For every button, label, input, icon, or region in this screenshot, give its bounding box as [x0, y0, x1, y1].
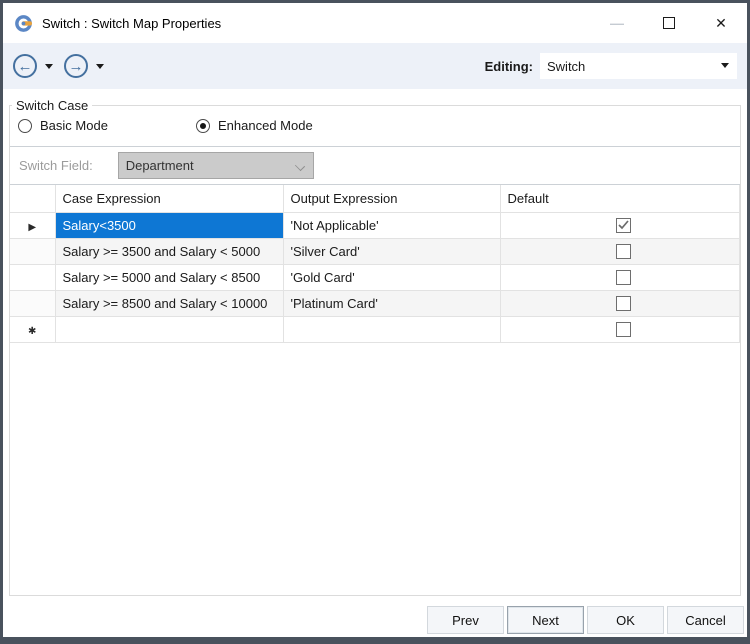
default-checkbox[interactable]: [616, 322, 631, 337]
default-checkbox[interactable]: [616, 296, 631, 311]
back-dropdown-caret-icon[interactable]: [45, 64, 53, 69]
chevron-down-icon: [295, 161, 305, 171]
prev-button[interactable]: Prev: [427, 606, 504, 634]
cell-default: [500, 212, 740, 238]
window-controls: — ✕: [591, 3, 747, 43]
grid-header-row: Case Expression Output Expression Defaul…: [10, 185, 740, 212]
cell-output-expression[interactable]: 'Silver Card': [283, 238, 500, 264]
cell-output-expression[interactable]: 'Not Applicable': [283, 212, 500, 238]
window-title: Switch : Switch Map Properties: [42, 16, 221, 31]
chevron-down-icon: [721, 63, 729, 68]
maximize-icon: [663, 17, 675, 29]
table-row: Salary >= 3500 and Salary < 5000 'Silver…: [10, 238, 740, 264]
forward-dropdown-caret-icon[interactable]: [96, 64, 104, 69]
switch-field-combobox: Department: [118, 152, 314, 179]
title-bar: Switch : Switch Map Properties — ✕: [3, 3, 747, 43]
table-row: ▶ Salary<3500 'Not Applicable': [10, 212, 740, 238]
radio-enhanced-mode-label: Enhanced Mode: [218, 118, 313, 133]
switch-case-groupbox: Switch Case Basic Mode Enhanced Mode Swi…: [9, 98, 741, 596]
column-header-case-expression[interactable]: Case Expression: [55, 185, 283, 212]
forward-arrow-icon: →: [69, 59, 84, 74]
new-row-asterisk-icon: ✱: [28, 326, 36, 337]
default-checkbox[interactable]: [616, 270, 631, 285]
cell-default: [500, 316, 740, 342]
cell-case-expression[interactable]: Salary<3500: [55, 212, 283, 238]
table-row: Salary >= 5000 and Salary < 8500 'Gold C…: [10, 264, 740, 290]
app-icon: [14, 14, 33, 33]
close-button[interactable]: ✕: [695, 3, 747, 43]
cell-case-expression[interactable]: Salary >= 8500 and Salary < 10000: [55, 290, 283, 316]
radio-enhanced-mode[interactable]: Enhanced Mode: [196, 118, 313, 133]
cell-output-expression[interactable]: 'Gold Card': [283, 264, 500, 290]
cell-output-expression[interactable]: 'Platinum Card': [283, 290, 500, 316]
default-checkbox[interactable]: [616, 218, 631, 233]
row-selector[interactable]: [10, 264, 55, 290]
row-selector[interactable]: ▶: [10, 212, 55, 238]
editing-label: Editing:: [485, 59, 533, 74]
ok-button[interactable]: OK: [587, 606, 664, 634]
cell-output-expression[interactable]: [283, 316, 500, 342]
row-selector[interactable]: [10, 238, 55, 264]
table-row: ✱: [10, 316, 740, 342]
row-selector[interactable]: [10, 290, 55, 316]
radio-basic-mode[interactable]: Basic Mode: [18, 118, 196, 133]
footer-button-bar: Prev Next OK Cancel: [3, 597, 747, 637]
cell-case-expression[interactable]: Salary >= 3500 and Salary < 5000: [55, 238, 283, 264]
default-checkbox[interactable]: [616, 244, 631, 259]
next-button[interactable]: Next: [507, 606, 584, 634]
cell-case-expression[interactable]: [55, 316, 283, 342]
minimize-button[interactable]: —: [591, 3, 643, 43]
maximize-button[interactable]: [643, 3, 695, 43]
back-arrow-icon: ←: [18, 59, 33, 74]
new-row-selector[interactable]: ✱: [10, 316, 55, 342]
back-button[interactable]: ←: [13, 54, 37, 78]
forward-button[interactable]: →: [64, 54, 88, 78]
case-grid: Case Expression Output Expression Defaul…: [10, 185, 740, 343]
table-row: Salary >= 8500 and Salary < 10000 'Plati…: [10, 290, 740, 316]
current-row-arrow-icon: ▶: [28, 222, 36, 233]
radio-basic-mode-label: Basic Mode: [40, 118, 108, 133]
switch-case-group-label: Switch Case: [12, 98, 92, 113]
editing-combobox-value: Switch: [547, 59, 585, 74]
radio-icon: [18, 119, 32, 133]
column-header-default[interactable]: Default: [500, 185, 740, 212]
cancel-button[interactable]: Cancel: [667, 606, 744, 634]
radio-icon: [196, 119, 210, 133]
switch-field-label: Switch Field:: [19, 158, 93, 173]
editing-combobox[interactable]: Switch: [540, 53, 737, 79]
mode-radio-row: Basic Mode Enhanced Mode: [10, 113, 740, 146]
cell-default: [500, 290, 740, 316]
grid-corner-header: [10, 185, 55, 212]
column-header-output-expression[interactable]: Output Expression: [283, 185, 500, 212]
switch-field-panel: Switch Field: Department: [10, 146, 740, 185]
cell-default: [500, 264, 740, 290]
toolbar: ← → Editing: Switch: [3, 43, 747, 89]
cell-case-expression[interactable]: Salary >= 5000 and Salary < 8500: [55, 264, 283, 290]
content-area: Switch Case Basic Mode Enhanced Mode Swi…: [3, 89, 747, 597]
cell-default: [500, 238, 740, 264]
switch-field-value: Department: [126, 158, 194, 173]
switch-map-properties-dialog: Switch : Switch Map Properties — ✕ ← → E…: [0, 0, 750, 644]
editing-group: Editing: Switch: [485, 53, 737, 79]
